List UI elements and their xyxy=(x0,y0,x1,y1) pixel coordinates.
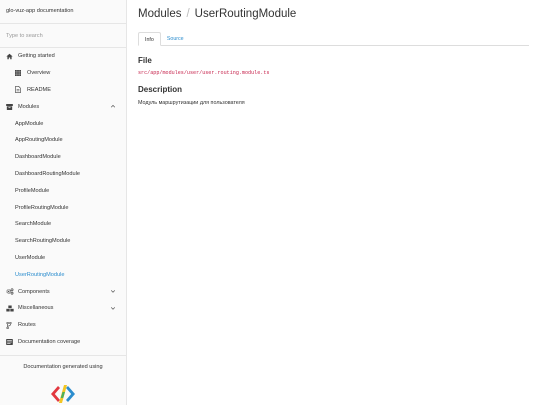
sidebar-item-usermodule[interactable]: UserModule xyxy=(0,250,126,267)
sidebar-item-profilemodule[interactable]: ProfileModule xyxy=(0,182,126,199)
sidebar-item-dashboardmodule[interactable]: DashboardModule xyxy=(0,149,126,166)
sidebar-item-label: Documentation coverage xyxy=(18,338,81,345)
breadcrumb: Modules / UserRoutingModule xyxy=(138,7,529,21)
generated-using-text: Documentation generated using xyxy=(23,364,103,370)
main-content: Modules / UserRoutingModule Info Source … xyxy=(127,0,540,405)
chevron-up-icon[interactable] xyxy=(110,103,116,109)
sidebar-item-label: DashboardModule xyxy=(15,154,61,161)
search-input[interactable] xyxy=(6,32,120,39)
sidebar-item-label: Components xyxy=(18,288,50,295)
breadcrumb-modules[interactable]: Modules xyxy=(138,8,181,20)
sidebar-item-label: SearchModule xyxy=(15,221,52,228)
breadcrumb-separator: / xyxy=(186,8,190,20)
sidebar-item-label: Overview xyxy=(27,70,51,77)
sidebar-item-label: UserModule xyxy=(15,254,46,261)
sidebar-item-profileroutingmodule[interactable]: ProfileRoutingModule xyxy=(0,199,126,216)
app-root: glo-vuz-app documentation Getting starte… xyxy=(0,0,540,405)
description-heading: Description xyxy=(138,85,183,94)
sidebar-item-label: Modules xyxy=(18,103,40,110)
sidebar-item-approutingmodule[interactable]: AppRoutingModule xyxy=(0,132,126,149)
compodoc-logo-icon[interactable] xyxy=(0,384,126,404)
file-path: src/app/modules/user/user.routing.module… xyxy=(138,70,270,76)
sidebar-item-label: Routes xyxy=(18,322,36,329)
sidebar-item-label: README xyxy=(27,86,51,93)
code-fork-icon xyxy=(6,321,15,329)
tasks-icon xyxy=(6,338,15,345)
grid-icon xyxy=(15,70,24,77)
chevron-down-icon[interactable] xyxy=(110,305,116,311)
sidebar-item-label: Getting started xyxy=(18,53,55,60)
tab-bar: Info Source xyxy=(138,32,529,46)
file-icon xyxy=(15,86,24,94)
chevron-down-icon[interactable] xyxy=(110,288,116,294)
sidebar-item-userroutingmodule[interactable]: UserRoutingModule xyxy=(0,266,126,283)
tab-source[interactable]: Source xyxy=(161,32,190,46)
sidebar-item-label: Miscellaneous xyxy=(18,305,54,312)
search-box xyxy=(0,24,126,48)
sidebar-item-label: SearchRoutingModule xyxy=(15,238,71,245)
sidebar-item-routes[interactable]: Routes xyxy=(0,317,126,334)
archive-icon xyxy=(6,103,15,110)
sidebar-item-label: AppModule xyxy=(15,120,44,127)
sidebar-nav: Getting started Overview README Modules xyxy=(0,48,126,350)
sidebar-item-label: ProfileModule xyxy=(15,187,50,194)
sidebar-item-label: ProfileRoutingModule xyxy=(15,204,69,211)
sidebar-item-miscellaneous[interactable]: Miscellaneous xyxy=(0,300,126,317)
sidebar-item-overview[interactable]: Overview xyxy=(0,65,126,82)
sidebar-footer: Documentation generated using xyxy=(0,355,126,404)
cogs-icon xyxy=(6,288,15,295)
sidebar-item-label: UserRoutingModule xyxy=(15,271,65,278)
sidebar-item-dashboardroutingmodule[interactable]: DashboardRoutingModule xyxy=(0,166,126,183)
sidebar-item-label: AppRoutingModule xyxy=(15,137,63,144)
breadcrumb-current: UserRoutingModule xyxy=(194,8,297,20)
sidebar-item-searchroutingmodule[interactable]: SearchRoutingModule xyxy=(0,233,126,250)
sidebar-item-appmodule[interactable]: AppModule xyxy=(0,115,126,132)
sidebar-item-components[interactable]: Components xyxy=(0,283,126,300)
sidebar-item-documentation-coverage[interactable]: Documentation coverage xyxy=(0,334,126,351)
sidebar-title[interactable]: glo-vuz-app documentation xyxy=(0,0,126,24)
cubes-icon xyxy=(6,305,15,312)
sidebar-item-getting-started[interactable]: Getting started xyxy=(0,48,126,65)
home-icon xyxy=(6,53,15,60)
sidebar-item-readme[interactable]: README xyxy=(0,82,126,99)
description-text: Модуль маршрутизации для пользователя xyxy=(138,100,245,106)
sidebar: glo-vuz-app documentation Getting starte… xyxy=(0,0,127,405)
sidebar-item-modules[interactable]: Modules xyxy=(0,98,126,115)
tab-info[interactable]: Info xyxy=(138,32,161,46)
file-heading: File xyxy=(138,56,152,65)
sidebar-item-searchmodule[interactable]: SearchModule xyxy=(0,216,126,233)
sidebar-item-label: DashboardRoutingModule xyxy=(15,170,80,177)
